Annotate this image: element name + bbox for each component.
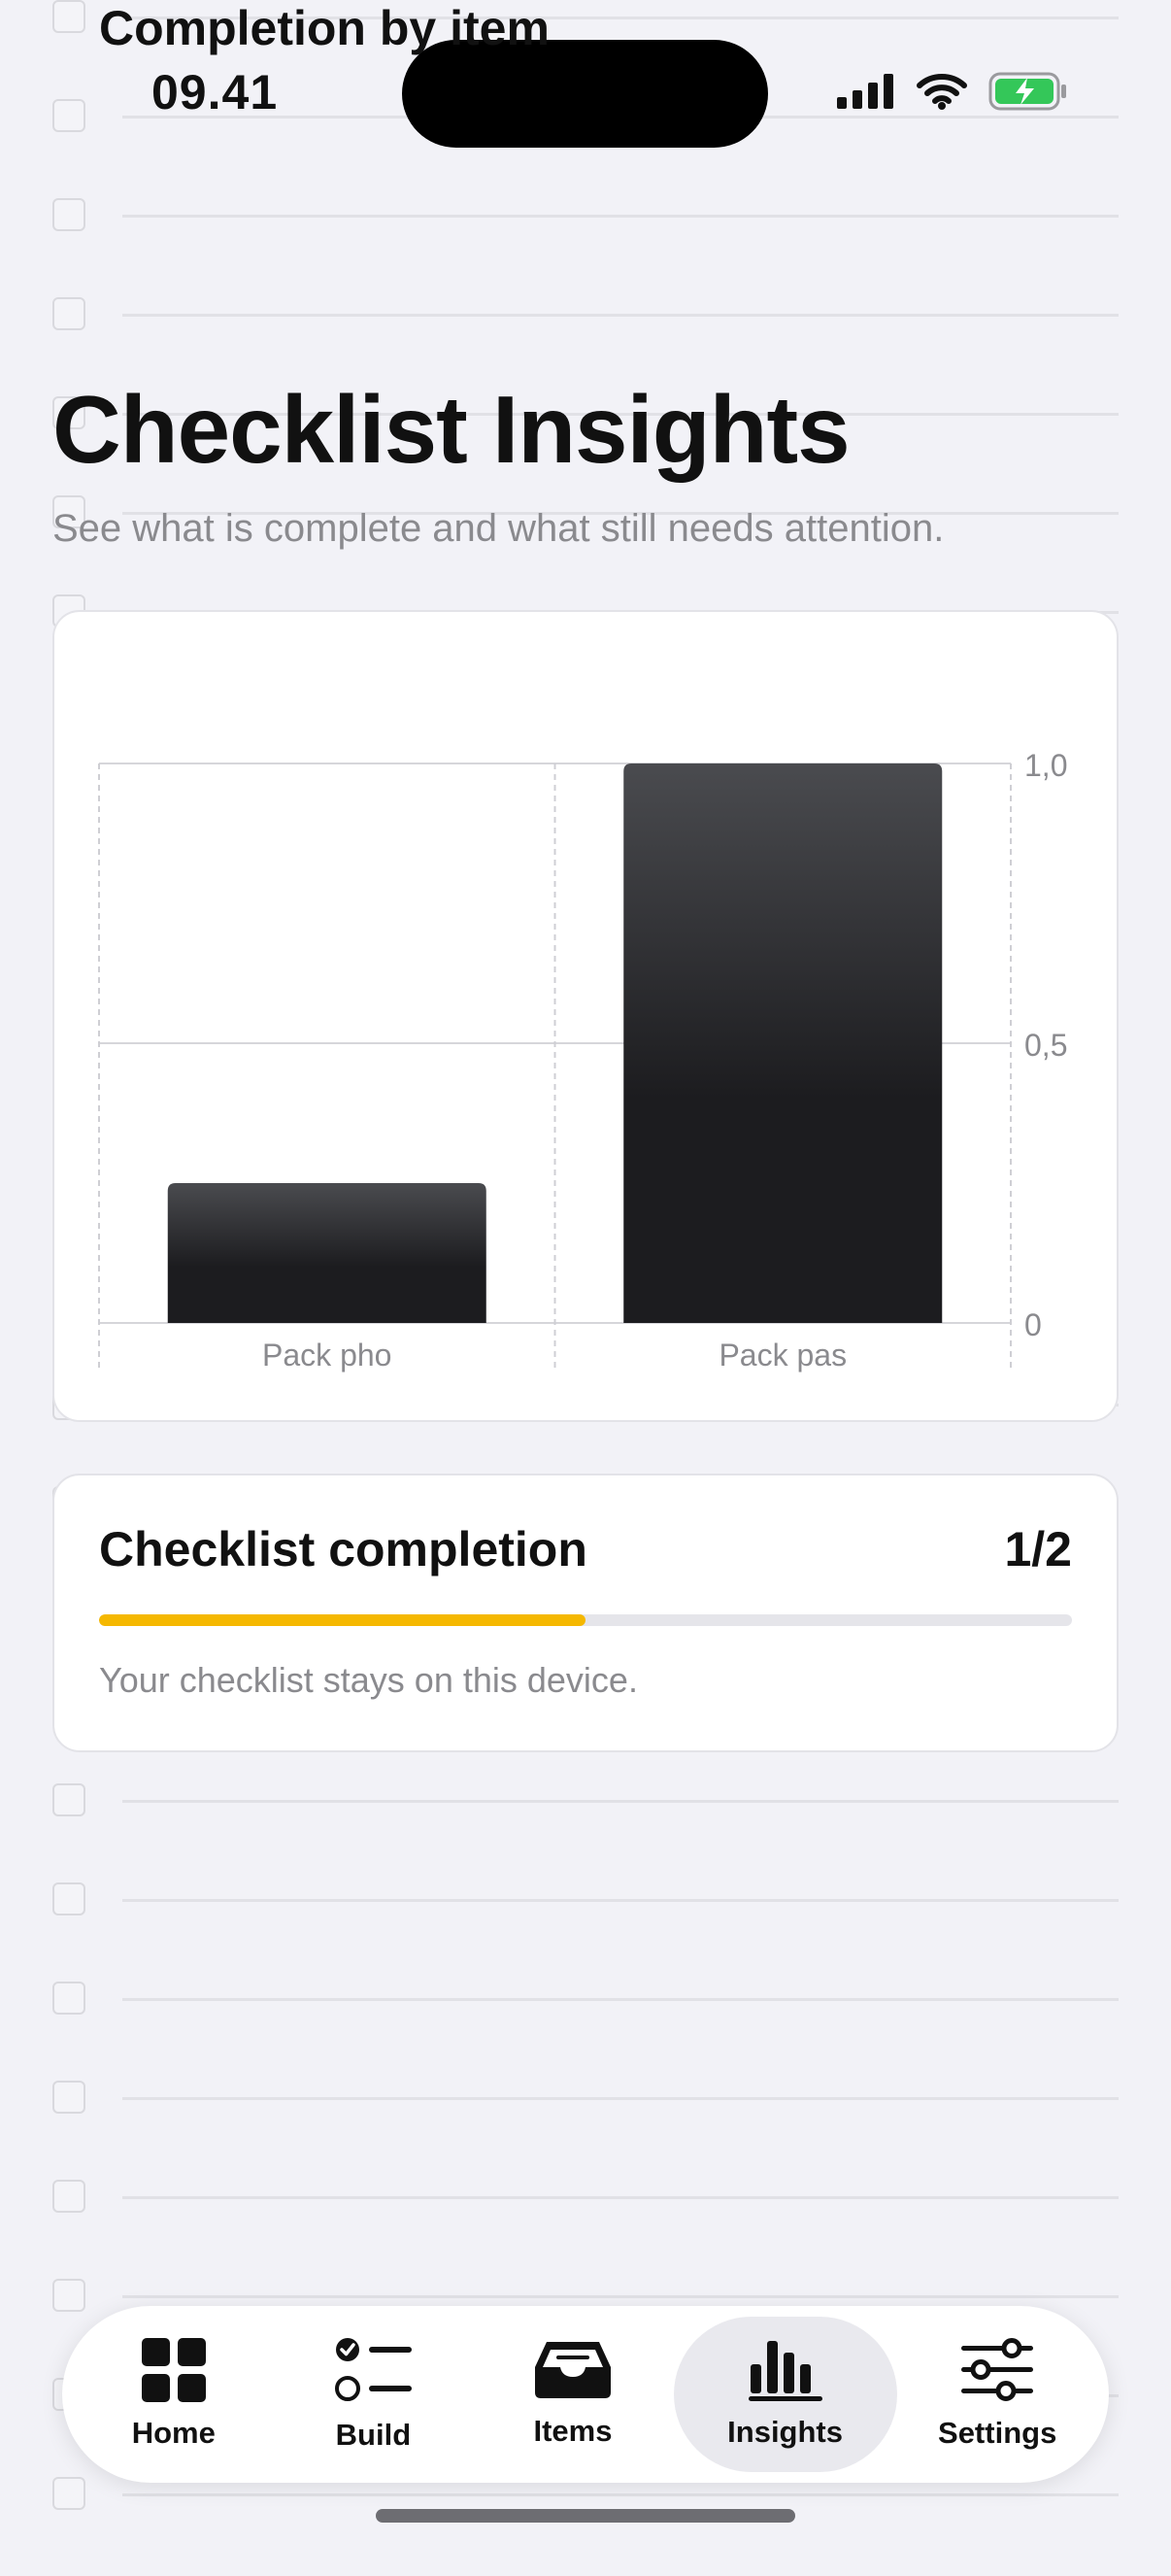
tab-insights[interactable]: Insights xyxy=(673,2317,897,2472)
progress-note: Your checklist stays on this device. xyxy=(99,1660,638,1700)
bar xyxy=(623,763,943,1323)
background-checkbox xyxy=(52,2180,85,2213)
tray-icon xyxy=(534,2342,611,2398)
tab-build[interactable]: Build xyxy=(274,2317,472,2472)
background-row xyxy=(0,2477,1171,2576)
tab-bar: Home Build Items Insights Settings xyxy=(62,2306,1109,2483)
bar-chart-icon xyxy=(748,2341,822,2401)
tab-items-label: Items xyxy=(533,2414,613,2448)
background-checkbox xyxy=(52,2279,85,2312)
tab-home[interactable]: Home xyxy=(75,2317,273,2472)
background-checkbox xyxy=(52,2477,85,2510)
background-row xyxy=(0,2180,1171,2279)
checklist-completion-card xyxy=(52,1474,1119,1752)
background-checkbox xyxy=(52,1882,85,1915)
background-line xyxy=(122,2295,1119,2298)
background-line xyxy=(122,1899,1119,1902)
background-line xyxy=(122,1998,1119,2001)
tab-insights-label: Insights xyxy=(727,2415,843,2449)
bar xyxy=(167,1183,486,1323)
background-checkbox xyxy=(52,1982,85,2015)
tab-settings-label: Settings xyxy=(938,2416,1057,2450)
y-tick-label: 1,0 xyxy=(1024,748,1067,783)
tab-settings[interactable]: Settings xyxy=(898,2317,1096,2472)
progress-bar xyxy=(99,1614,1072,1626)
progress-count: 1/2 xyxy=(1004,1522,1072,1576)
grid-icon xyxy=(141,2338,206,2402)
tab-build-label: Build xyxy=(335,2418,412,2452)
completion-bar-chart: 0 0,5 1,0 Pack pho Pack pas xyxy=(98,748,1067,1373)
tab-items[interactable]: Items xyxy=(474,2317,672,2472)
y-tick-label: 0 xyxy=(1024,1307,1042,1342)
checklist-icon xyxy=(335,2338,413,2401)
background-row xyxy=(0,1982,1171,2081)
sliders-icon xyxy=(961,2338,1034,2401)
x-tick-label: Pack pho xyxy=(262,1338,391,1373)
progress-bar-fill xyxy=(99,1614,586,1626)
tab-home-label: Home xyxy=(131,2416,216,2450)
background-line xyxy=(122,1800,1119,1803)
x-tick-label: Pack pas xyxy=(719,1338,847,1373)
background-row xyxy=(0,1882,1171,1982)
background-line xyxy=(122,2196,1119,2199)
background-checkbox xyxy=(52,2081,85,2114)
background-row xyxy=(0,1783,1171,1882)
y-tick-label: 0,5 xyxy=(1024,1028,1067,1063)
background-line xyxy=(122,2097,1119,2100)
progress-title: Checklist completion xyxy=(99,1522,587,1576)
background-row xyxy=(0,2081,1171,2180)
background-checkbox xyxy=(52,1783,85,1816)
home-indicator xyxy=(376,2509,795,2523)
background-line xyxy=(122,2493,1119,2496)
